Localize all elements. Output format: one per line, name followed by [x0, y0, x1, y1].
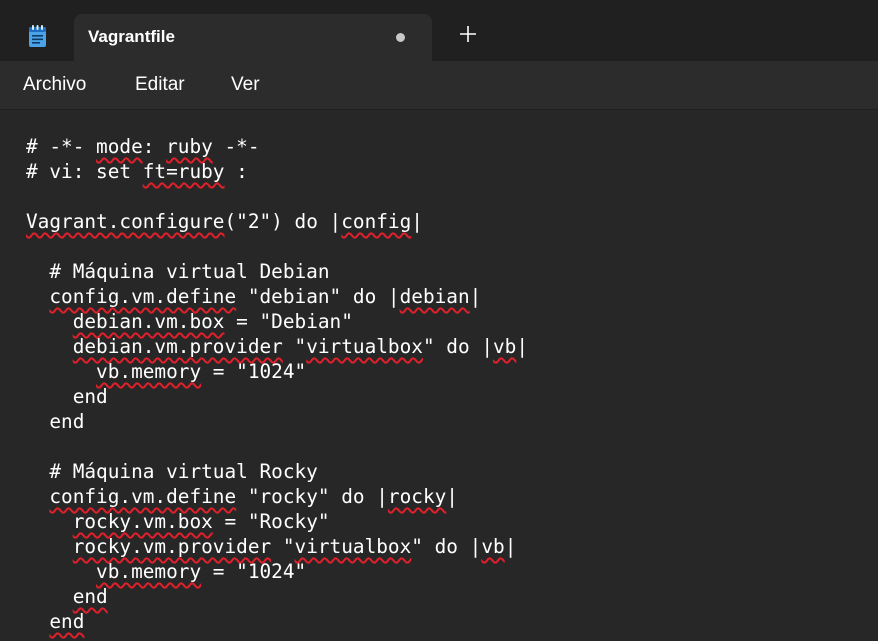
code-text: # vi: set — [26, 160, 143, 183]
code-text: # Máquina virtual Rocky — [26, 460, 318, 483]
unsaved-indicator-icon[interactable] — [396, 33, 405, 42]
misspelled-word: debian.vm.box — [72, 310, 225, 333]
code-line: # vi: set ft=ruby : — [26, 159, 248, 184]
code-text: "debian" do | — [236, 285, 400, 308]
code-line: rocky.vm.provider "virtualbox" do |vb| — [26, 534, 517, 559]
code-text: | — [504, 535, 517, 558]
code-line: config.vm.define "debian" do |debian| — [26, 284, 481, 309]
notepad-icon — [29, 25, 46, 47]
code-text: "rocky" do | — [236, 485, 388, 508]
tab-vagrantfile[interactable]: Vagrantfile — [74, 14, 432, 61]
code-line: # Máquina virtual Debian — [26, 259, 330, 284]
code-line: # Máquina virtual Rocky — [26, 459, 318, 484]
code-line: vb.memory = "1024" — [26, 559, 306, 584]
code-text: end — [26, 410, 85, 433]
text-editor[interactable]: # -*- mode: ruby -*- # vi: set ft=ruby :V… — [0, 110, 878, 641]
misspelled-word: mode — [96, 135, 143, 158]
misspelled-word: debian.vm.provider — [72, 335, 283, 358]
misspelled-word: end — [49, 610, 85, 633]
code-text: | — [411, 210, 423, 233]
misspelled-word: vb — [493, 335, 517, 358]
misspelled-word: config.vm.define — [49, 485, 237, 508]
misspelled-word: end — [72, 585, 108, 608]
code-line: debian.vm.box = "Debian" — [26, 309, 353, 334]
misspelled-word: config — [341, 210, 412, 233]
code-text: # -*- — [26, 135, 97, 158]
code-line: end — [26, 584, 108, 609]
code-text: -*- — [212, 135, 260, 158]
menu-bar: Archivo Editar Ver — [0, 61, 878, 109]
code-text: = "Rocky" — [212, 510, 330, 533]
code-text: ("2") do | — [224, 210, 342, 233]
misspelled-word: ruby — [166, 135, 213, 158]
code-text: = "Debian" — [224, 310, 353, 333]
code-line: Vagrant.configure("2") do |config| — [26, 209, 423, 234]
code-line: end — [26, 609, 84, 634]
misspelled-word: virtualbox — [306, 335, 423, 358]
code-text: | — [446, 485, 458, 508]
misspelled-word: vb — [481, 535, 505, 558]
menu-editar[interactable]: Editar — [135, 74, 185, 96]
code-text: = "1024" — [201, 560, 307, 583]
misspelled-word: rocky — [387, 485, 447, 508]
code-text: " — [271, 535, 295, 558]
code-text: " do | — [422, 335, 493, 358]
code-text: end — [26, 385, 108, 408]
title-bar: Vagrantfile — [0, 0, 878, 61]
misspelled-word: vb.memory — [96, 360, 202, 383]
menu-ver[interactable]: Ver — [231, 74, 260, 96]
menu-archivo[interactable]: Archivo — [23, 74, 86, 96]
code-text: | — [469, 285, 482, 308]
misspelled-word: ft=ruby — [142, 160, 225, 183]
misspelled-word: rocky.vm.box — [72, 510, 213, 533]
misspelled-word: config.vm.define — [49, 285, 237, 308]
code-text: " — [282, 335, 307, 358]
code-text: # Máquina virtual Debian — [26, 260, 330, 283]
code-text: | — [516, 335, 529, 358]
code-line: vb.memory = "1024" — [26, 359, 306, 384]
misspelled-word: rocky.vm.provider — [72, 535, 272, 558]
code-text: = "1024" — [201, 360, 307, 383]
code-text: : — [224, 160, 248, 183]
code-text: : — [142, 135, 167, 158]
code-text: " do | — [411, 535, 482, 558]
misspelled-word: virtualbox — [294, 535, 412, 558]
tab-title: Vagrantfile — [88, 27, 175, 46]
misspelled-word: debian — [399, 285, 470, 308]
code-line: debian.vm.provider "virtualbox" do |vb| — [26, 334, 528, 359]
new-tab-plus-icon[interactable] — [456, 22, 480, 46]
code-line: # -*- mode: ruby -*- — [26, 134, 260, 159]
code-line: config.vm.define "rocky" do |rocky| — [26, 484, 458, 509]
misspelled-word: vb.memory — [96, 560, 202, 583]
code-line: end — [26, 384, 108, 409]
code-line: rocky.vm.box = "Rocky" — [26, 509, 330, 534]
misspelled-word: Vagrant.configure — [26, 210, 225, 233]
code-line: end — [26, 409, 84, 434]
